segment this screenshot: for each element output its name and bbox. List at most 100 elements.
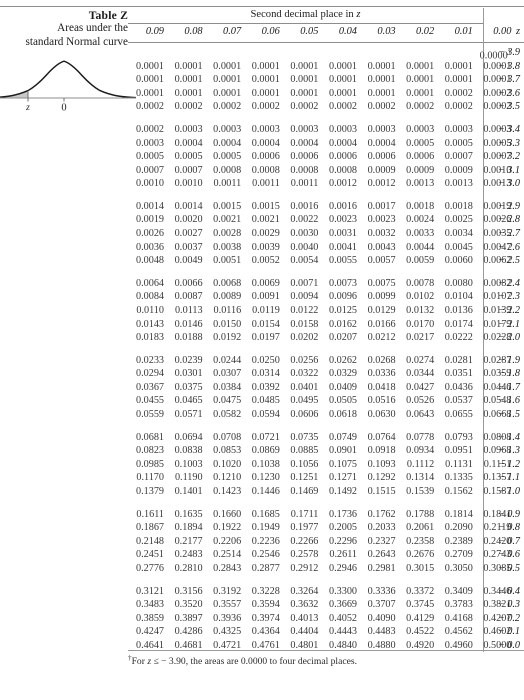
cell: 0.1922 <box>213 522 242 534</box>
z-value: − 0.6 <box>497 549 520 561</box>
cell: 0.0001 <box>135 74 164 86</box>
table-row: 0.0002 0.0003 0.0003 0.0003 0.0003 0.0003 0.00… <box>128 124 524 138</box>
cell: 0.2843 <box>213 562 242 574</box>
cell: 0.0001 <box>290 87 319 99</box>
cell: 0.0250 <box>251 354 280 366</box>
cell: 0.0392 <box>251 381 280 393</box>
cell: 0.0014 <box>135 200 164 212</box>
cell: 0.4443 <box>328 626 357 638</box>
z-value: − 3.2 <box>497 151 520 163</box>
z-value: − 1.5 <box>497 409 520 420</box>
cell: 0.0003 <box>367 123 396 135</box>
z-value: − 1.9 <box>497 354 520 366</box>
cell: 0.1251 <box>290 472 319 484</box>
table-row: 0.0143 0.0146 0.0150 0.0154 0.0158 0.0162 0.01… <box>128 319 524 333</box>
cell: 0.0618 <box>328 409 357 420</box>
cell: 0.0002 <box>328 101 357 113</box>
z-value: − 1.6 <box>497 395 520 407</box>
cell: 0.2061 <box>406 522 435 534</box>
cell: 0.1112 <box>406 458 435 470</box>
cell: 0.0084 <box>135 291 164 303</box>
cell: 0.0080 <box>444 277 473 289</box>
table-row: 0.0019 0.0020 0.0021 0.0021 0.0022 0.0023 0.00… <box>128 214 524 228</box>
z-value: − 3.0 <box>497 178 520 190</box>
cell: 0.3336 <box>367 585 396 597</box>
cell: 0.0495 <box>290 395 319 407</box>
cell: 0.3483 <box>135 599 164 611</box>
cell: 0.4286 <box>174 626 203 638</box>
cell: 0.0256 <box>290 354 319 366</box>
cell: 0.0001 <box>406 87 435 99</box>
cell: 0.3707 <box>367 599 396 611</box>
cell: 0.0008 <box>290 164 319 176</box>
cell: 0.0016 <box>328 200 357 212</box>
cell: 0.0004 <box>251 137 280 149</box>
table-row: 0.0002 0.0002 0.0002 0.0002 0.0002 0.0002 0.00… <box>128 101 524 115</box>
cell: 0.0009 <box>406 164 435 176</box>
cell: 0.0150 <box>213 318 242 330</box>
cell: 0.0455 <box>135 395 164 407</box>
cell: 0.0559 <box>135 409 164 420</box>
cell: 0.0003 <box>213 123 242 135</box>
cell: 0.0170 <box>406 318 435 330</box>
cell: 0.3192 <box>213 585 242 597</box>
cell: 0.0192 <box>213 332 242 344</box>
cell: 0.0006 <box>251 151 280 163</box>
cell: 0.1292 <box>367 472 396 484</box>
z-value: − 2.6 <box>497 241 520 253</box>
cell: 0.4168 <box>444 612 473 624</box>
cell: 0.0069 <box>251 277 280 289</box>
cell: 0.1814 <box>444 508 473 520</box>
table-row: 0.0183 0.0188 0.0192 0.0197 0.0202 0.0207 0.02… <box>128 332 524 346</box>
cell: 0.0001 <box>174 60 203 72</box>
cell: 0.0096 <box>328 291 357 303</box>
cell: 0.0002 <box>444 101 473 113</box>
cell: 0.0749 <box>328 431 357 443</box>
table-row: 0.0233 0.0239 0.0244 0.0250 0.0256 0.0262 0.02… <box>128 355 524 369</box>
cell: 0.0001 <box>213 87 242 99</box>
cell: 0.1562 <box>444 485 473 497</box>
span-header-text: Second decimal place in <box>250 9 357 20</box>
cell: 0.0436 <box>444 381 473 393</box>
top-border-rule <box>0 6 524 7</box>
table-row: 0.1170 0.1190 0.1210 0.1230 0.1251 0.1271 0.12… <box>128 472 524 486</box>
z-value: − 0.5 <box>497 562 520 574</box>
cell: 0.0034 <box>444 228 473 239</box>
table-row: 0.0455 0.0465 0.0475 0.0485 0.0495 0.0505 0.05… <box>128 395 524 409</box>
cell: 0.0174 <box>444 318 473 330</box>
cell: 0.2546 <box>251 549 280 561</box>
cell: 0.1003 <box>174 458 203 470</box>
cell: 0.0526 <box>406 395 435 407</box>
cell: 0.0721 <box>251 431 280 443</box>
footnote-prefix: For <box>131 656 148 668</box>
cell: 0.0594 <box>251 409 280 420</box>
cell: 0.2578 <box>290 549 319 561</box>
cell: 0.0375 <box>174 381 203 393</box>
cell: 0.2709 <box>444 549 473 561</box>
cell: 0.0001 <box>135 87 164 99</box>
cell: 0.0005 <box>406 137 435 149</box>
cell: 0.0064 <box>135 277 164 289</box>
cell: 0.0022 <box>290 214 319 226</box>
cell: 0.0019 <box>135 214 164 226</box>
cell: 0.2776 <box>135 562 164 574</box>
z-value: − 1.2 <box>497 458 520 470</box>
cell: 0.0003 <box>174 123 203 135</box>
z-value: − 1.0 <box>497 485 520 497</box>
cell: 0.0708 <box>213 431 242 443</box>
cell: 0.1131 <box>445 458 473 470</box>
cell: 0.1736 <box>328 508 357 520</box>
z-value: − 0.3 <box>497 599 520 611</box>
cell: 0.0322 <box>290 368 319 380</box>
table-row: 0.3483 0.3520 0.3557 0.3594 0.3632 0.3669 0.37… <box>128 599 524 613</box>
cell: 0.0505 <box>328 395 357 407</box>
cell: 0.0021 <box>213 214 242 226</box>
table-row: 0.0026 0.0027 0.0028 0.0029 0.0030 0.0031 0.00… <box>128 228 524 242</box>
cell: 0.1977 <box>290 522 319 534</box>
cell: 0.0007 <box>174 164 203 176</box>
cell: 0.0048 <box>135 255 164 267</box>
cell: 0.0001 <box>135 60 164 72</box>
cell: 0.1949 <box>251 522 280 534</box>
rule-under-span-header <box>128 23 483 24</box>
cell: 0.2005 <box>328 522 357 534</box>
